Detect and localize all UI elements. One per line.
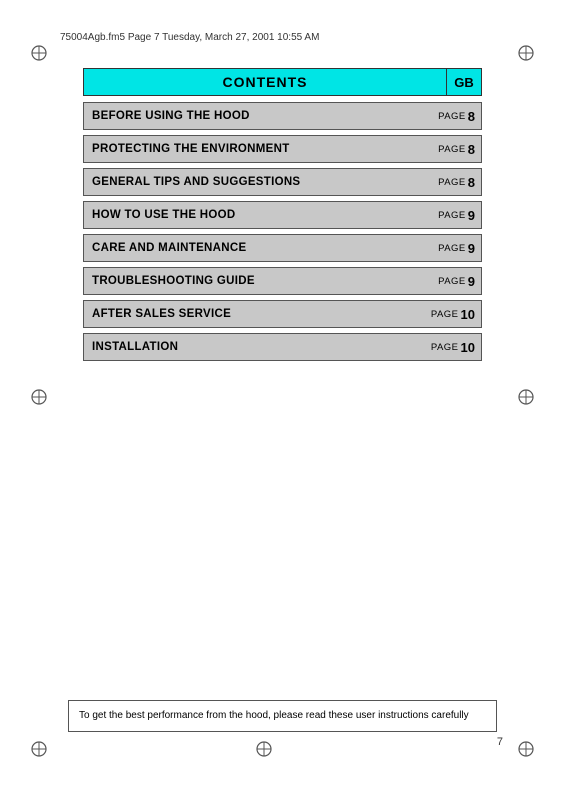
toc-row-label: HOW TO USE THE HOOD <box>84 202 438 228</box>
page-number: 7 <box>497 736 503 748</box>
toc-row-page: PAGE 9 <box>438 268 481 294</box>
toc-row-page: PAGE 10 <box>431 301 481 327</box>
toc-row-page: PAGE 8 <box>438 136 481 162</box>
toc-row: BEFORE USING THE HOODPAGE 8 <box>83 102 482 130</box>
footer-note: To get the best performance from the hoo… <box>68 700 497 732</box>
toc-row: PROTECTING THE ENVIRONMENTPAGE 8 <box>83 135 482 163</box>
contents-header: CONTENTS GB <box>83 68 482 96</box>
toc-row: TROUBLESHOOTING GUIDEPAGE 9 <box>83 267 482 295</box>
toc-row-page: PAGE 9 <box>438 235 481 261</box>
toc-row-page: PAGE 8 <box>438 103 481 129</box>
toc-row-page: PAGE 10 <box>431 334 481 360</box>
toc-row: HOW TO USE THE HOODPAGE 9 <box>83 201 482 229</box>
toc-row: GENERAL TIPS AND SUGGESTIONSPAGE 8 <box>83 168 482 196</box>
corner-mark-bm <box>255 740 273 758</box>
header-filename: 75004Agb.fm5 Page 7 Tuesday, March 27, 2… <box>60 32 319 43</box>
page: 75004Agb.fm5 Page 7 Tuesday, March 27, 2… <box>0 0 565 800</box>
corner-mark-br <box>517 740 535 758</box>
content-area: CONTENTS GB BEFORE USING THE HOODPAGE 8P… <box>83 68 482 366</box>
toc-row-label: TROUBLESHOOTING GUIDE <box>84 268 438 294</box>
corner-mark-ml <box>30 388 48 406</box>
toc-row-label: INSTALLATION <box>84 334 431 360</box>
toc-row-label: AFTER SALES SERVICE <box>84 301 431 327</box>
toc-row-label: GENERAL TIPS AND SUGGESTIONS <box>84 169 438 195</box>
header-bar: 75004Agb.fm5 Page 7 Tuesday, March 27, 2… <box>60 32 505 43</box>
toc-row-label: PROTECTING THE ENVIRONMENT <box>84 136 438 162</box>
corner-mark-mr <box>517 388 535 406</box>
toc-row-page: PAGE 8 <box>438 169 481 195</box>
corner-mark-tl <box>30 44 48 62</box>
corner-mark-bl <box>30 740 48 758</box>
toc-row-label: BEFORE USING THE HOOD <box>84 103 438 129</box>
contents-gb-label: GB <box>446 68 482 96</box>
toc-row-page: PAGE 9 <box>438 202 481 228</box>
toc-row: CARE AND MAINTENANCEPAGE 9 <box>83 234 482 262</box>
toc-container: BEFORE USING THE HOODPAGE 8PROTECTING TH… <box>83 102 482 361</box>
contents-title: CONTENTS <box>83 68 446 96</box>
toc-row: INSTALLATIONPAGE 10 <box>83 333 482 361</box>
corner-mark-tr <box>517 44 535 62</box>
toc-row-label: CARE AND MAINTENANCE <box>84 235 438 261</box>
toc-row: AFTER SALES SERVICEPAGE 10 <box>83 300 482 328</box>
